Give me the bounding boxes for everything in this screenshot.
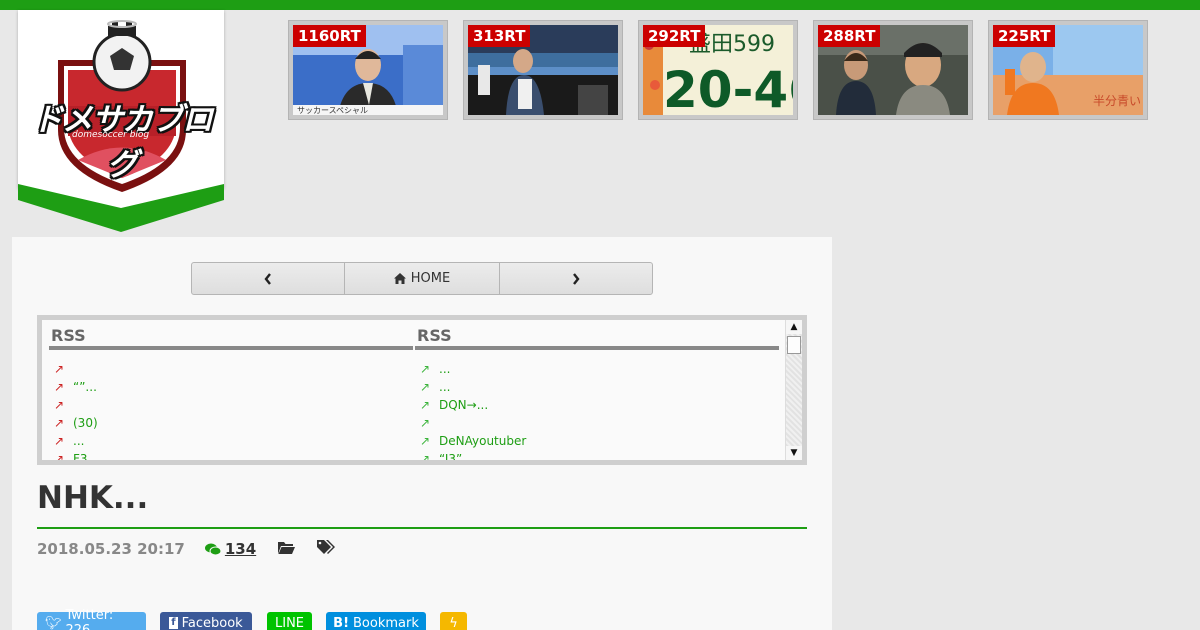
hatena-icon: B! <box>333 615 349 630</box>
rss-scrollbar[interactable]: ▲ ▼ <box>785 320 802 460</box>
popular-thumb-4[interactable]: 288RT <box>813 20 973 120</box>
scroll-down-arrow-icon[interactable]: ▼ <box>786 446 802 460</box>
share-bookmark-button[interactable]: B! Bookmark <box>326 612 426 630</box>
rt-count-badge: 292RT <box>643 25 706 47</box>
comments-link[interactable]: 134 <box>204 540 257 558</box>
external-link-icon: ↗ <box>54 452 65 465</box>
top-accent-bar <box>0 0 1200 10</box>
site-logo[interactable]: ドメサカブログ domesoccer blog <box>18 10 224 232</box>
rss-item[interactable]: ↗ <box>54 396 413 414</box>
external-link-icon: ↗ <box>420 362 431 376</box>
rss-item[interactable]: ↗ “J3” <box>420 450 779 465</box>
rss-item[interactable]: ↗ DQN→... <box>420 396 779 414</box>
comment-count: 134 <box>224 540 257 558</box>
rss-item[interactable]: ↗ (30) <box>54 414 413 432</box>
home-icon <box>393 273 406 284</box>
popular-thumb-3[interactable]: 盛田599 20-46 292RT <box>638 20 798 120</box>
external-link-icon: ↗ <box>54 434 65 448</box>
rt-count-badge: 225RT <box>993 25 1056 47</box>
rt-count-badge: 1160RT <box>293 25 366 47</box>
rss-item[interactable]: ↗... <box>420 378 779 396</box>
scroll-up-arrow-icon[interactable]: ▲ <box>786 320 802 334</box>
chevron-left-icon <box>264 272 271 285</box>
home-button[interactable]: HOME <box>345 263 500 294</box>
rss-item[interactable]: ↗ <box>420 414 779 432</box>
chevron-right-icon <box>573 272 580 285</box>
tags-icon[interactable] <box>317 540 336 558</box>
thumb-caption: サッカースペシャル <box>297 106 368 115</box>
logo-subtext: domesoccer blog <box>72 130 150 140</box>
rss-column-a: RSS ↗ ↗ “”... ↗ ↗ (30) ↗... ↗ F3 <box>49 326 413 465</box>
rss-feed-box: RSS ↗ ↗ “”... ↗ ↗ (30) ↗... ↗ F3 RSS ↗... ↗… <box>37 315 807 465</box>
facebook-icon: f <box>169 617 178 629</box>
rss-item[interactable]: ↗ “”... <box>54 378 413 396</box>
popular-thumb-5[interactable]: 半分青い 225RT <box>988 20 1148 120</box>
rss-column-title: RSS <box>415 326 779 350</box>
rss-column-title: RSS <box>49 326 413 350</box>
twitter-icon: 🐦︎ <box>45 615 62 630</box>
svg-text:半分青い: 半分青い <box>1093 94 1141 108</box>
share-pocket-button[interactable]: ϟ <box>440 612 467 630</box>
rss-column-b: RSS ↗... ↗... ↗ DQN→... ↗ ↗ DeNAyoutuber ↗… <box>415 326 779 465</box>
prev-article-button[interactable] <box>192 263 345 294</box>
scroll-thumb[interactable] <box>787 336 801 354</box>
share-facebook-button[interactable]: f Facebook <box>160 612 252 630</box>
article-pager: HOME <box>191 262 653 295</box>
share-line-button[interactable]: LINE <box>267 612 312 630</box>
rss-item[interactable]: ↗... <box>54 432 413 450</box>
next-article-button[interactable] <box>500 263 652 294</box>
folder-icon[interactable] <box>278 540 296 558</box>
lightning-icon: ϟ <box>449 615 458 630</box>
external-link-icon: ↗ <box>420 416 431 430</box>
rss-item[interactable]: ↗ <box>54 360 413 378</box>
rt-count-badge: 313RT <box>468 25 531 47</box>
external-link-icon: ↗ <box>420 452 431 465</box>
post-date: 2018.05.23 20:17 <box>37 540 185 558</box>
plate-number: 20-46 <box>663 61 793 115</box>
comments-icon <box>204 543 221 555</box>
share-twitter-button[interactable]: 🐦︎ Twitter: 226 <box>37 608 146 630</box>
rss-item[interactable]: ↗ F3 <box>54 450 413 465</box>
rt-count-badge: 288RT <box>818 25 881 47</box>
popular-thumb-2[interactable]: 313RT <box>463 20 623 120</box>
external-link-icon: ↗ <box>54 416 65 430</box>
home-label: HOME <box>410 271 451 286</box>
external-link-icon: ↗ <box>420 398 431 412</box>
external-link-icon: ↗ <box>420 434 431 448</box>
external-link-icon: ↗ <box>54 398 65 412</box>
rss-item[interactable]: ↗... <box>420 360 779 378</box>
rss-item[interactable]: ↗ DeNAyoutuber <box>420 432 779 450</box>
article-meta: 2018.05.23 20:17 134 <box>37 540 336 558</box>
external-link-icon: ↗ <box>54 362 65 376</box>
external-link-icon: ↗ <box>420 380 431 394</box>
external-link-icon: ↗ <box>54 380 65 394</box>
article-panel: HOME RSS ↗ ↗ “”... ↗ ↗ (30) ↗... ↗ F3 RSS ↗… <box>12 237 832 630</box>
title-divider <box>37 527 807 529</box>
article-title: NHK... <box>37 480 149 516</box>
popular-thumb-1[interactable]: サッカースペシャル 1160RT <box>288 20 448 120</box>
